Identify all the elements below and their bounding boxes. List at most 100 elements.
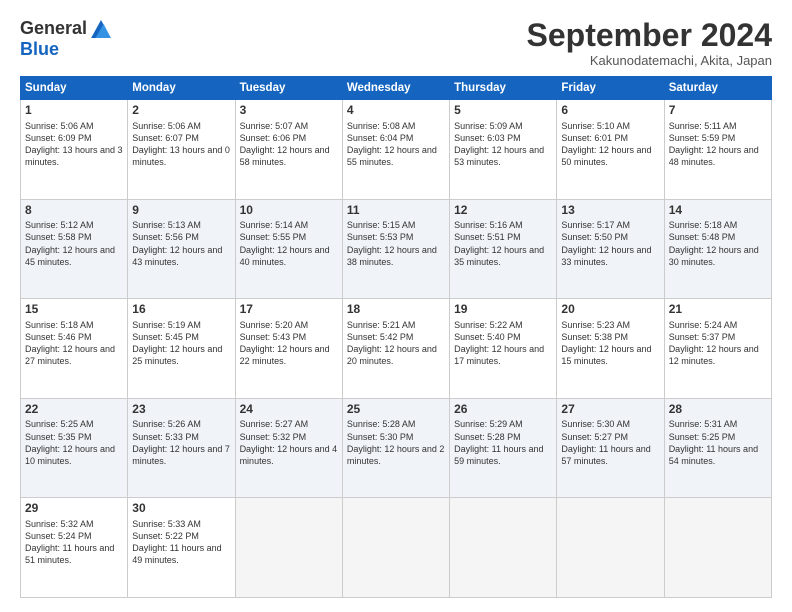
day-number: 24 <box>240 402 338 418</box>
day-info: Sunrise: 5:16 AMSunset: 5:51 PMDaylight:… <box>454 219 552 268</box>
day-number: 21 <box>669 302 767 318</box>
day-info: Sunrise: 5:27 AMSunset: 5:32 PMDaylight:… <box>240 418 338 467</box>
table-row: 23Sunrise: 5:26 AMSunset: 5:33 PMDayligh… <box>128 398 235 498</box>
day-info: Sunrise: 5:10 AMSunset: 6:01 PMDaylight:… <box>561 120 659 169</box>
table-row: 9Sunrise: 5:13 AMSunset: 5:56 PMDaylight… <box>128 199 235 299</box>
day-info: Sunrise: 5:22 AMSunset: 5:40 PMDaylight:… <box>454 319 552 368</box>
day-info: Sunrise: 5:31 AMSunset: 5:25 PMDaylight:… <box>669 418 767 467</box>
day-info: Sunrise: 5:32 AMSunset: 5:24 PMDaylight:… <box>25 518 123 567</box>
day-number: 2 <box>132 103 230 119</box>
day-number: 28 <box>669 402 767 418</box>
day-info: Sunrise: 5:07 AMSunset: 6:06 PMDaylight:… <box>240 120 338 169</box>
day-number: 8 <box>25 203 123 219</box>
location-subtitle: Kakunodatemachi, Akita, Japan <box>527 53 772 68</box>
calendar-week-row: 8Sunrise: 5:12 AMSunset: 5:58 PMDaylight… <box>21 199 772 299</box>
day-info: Sunrise: 5:06 AMSunset: 6:07 PMDaylight:… <box>132 120 230 169</box>
day-info: Sunrise: 5:09 AMSunset: 6:03 PMDaylight:… <box>454 120 552 169</box>
table-row: 28Sunrise: 5:31 AMSunset: 5:25 PMDayligh… <box>664 398 771 498</box>
table-row: 12Sunrise: 5:16 AMSunset: 5:51 PMDayligh… <box>450 199 557 299</box>
day-number: 10 <box>240 203 338 219</box>
table-row: 15Sunrise: 5:18 AMSunset: 5:46 PMDayligh… <box>21 299 128 399</box>
day-number: 25 <box>347 402 445 418</box>
table-row <box>664 498 771 598</box>
day-info: Sunrise: 5:15 AMSunset: 5:53 PMDaylight:… <box>347 219 445 268</box>
day-number: 16 <box>132 302 230 318</box>
table-row: 21Sunrise: 5:24 AMSunset: 5:37 PMDayligh… <box>664 299 771 399</box>
day-info: Sunrise: 5:19 AMSunset: 5:45 PMDaylight:… <box>132 319 230 368</box>
day-info: Sunrise: 5:33 AMSunset: 5:22 PMDaylight:… <box>132 518 230 567</box>
day-info: Sunrise: 5:26 AMSunset: 5:33 PMDaylight:… <box>132 418 230 467</box>
table-row: 29Sunrise: 5:32 AMSunset: 5:24 PMDayligh… <box>21 498 128 598</box>
day-info: Sunrise: 5:08 AMSunset: 6:04 PMDaylight:… <box>347 120 445 169</box>
title-block: September 2024 Kakunodatemachi, Akita, J… <box>527 18 772 68</box>
header: General Blue September 2024 Kakunodatema… <box>20 18 772 68</box>
calendar-header-row: Sunday Monday Tuesday Wednesday Thursday… <box>21 77 772 100</box>
day-number: 5 <box>454 103 552 119</box>
table-row: 4Sunrise: 5:08 AMSunset: 6:04 PMDaylight… <box>342 100 449 200</box>
header-friday: Friday <box>557 77 664 100</box>
table-row: 25Sunrise: 5:28 AMSunset: 5:30 PMDayligh… <box>342 398 449 498</box>
day-info: Sunrise: 5:18 AMSunset: 5:46 PMDaylight:… <box>25 319 123 368</box>
month-title: September 2024 <box>527 18 772 53</box>
logo-blue-text: Blue <box>20 39 59 60</box>
calendar-week-row: 22Sunrise: 5:25 AMSunset: 5:35 PMDayligh… <box>21 398 772 498</box>
day-number: 15 <box>25 302 123 318</box>
day-number: 17 <box>240 302 338 318</box>
day-info: Sunrise: 5:30 AMSunset: 5:27 PMDaylight:… <box>561 418 659 467</box>
calendar-table: Sunday Monday Tuesday Wednesday Thursday… <box>20 76 772 598</box>
calendar-week-row: 1Sunrise: 5:06 AMSunset: 6:09 PMDaylight… <box>21 100 772 200</box>
header-monday: Monday <box>128 77 235 100</box>
table-row: 13Sunrise: 5:17 AMSunset: 5:50 PMDayligh… <box>557 199 664 299</box>
day-info: Sunrise: 5:06 AMSunset: 6:09 PMDaylight:… <box>25 120 123 169</box>
day-number: 9 <box>132 203 230 219</box>
day-number: 29 <box>25 501 123 517</box>
table-row: 19Sunrise: 5:22 AMSunset: 5:40 PMDayligh… <box>450 299 557 399</box>
logo-icon <box>91 20 111 38</box>
day-info: Sunrise: 5:14 AMSunset: 5:55 PMDaylight:… <box>240 219 338 268</box>
day-info: Sunrise: 5:25 AMSunset: 5:35 PMDaylight:… <box>25 418 123 467</box>
table-row: 27Sunrise: 5:30 AMSunset: 5:27 PMDayligh… <box>557 398 664 498</box>
day-number: 26 <box>454 402 552 418</box>
day-number: 4 <box>347 103 445 119</box>
day-info: Sunrise: 5:13 AMSunset: 5:56 PMDaylight:… <box>132 219 230 268</box>
day-number: 7 <box>669 103 767 119</box>
day-number: 6 <box>561 103 659 119</box>
day-number: 20 <box>561 302 659 318</box>
day-number: 11 <box>347 203 445 219</box>
table-row: 7Sunrise: 5:11 AMSunset: 5:59 PMDaylight… <box>664 100 771 200</box>
logo-general-text: General <box>20 18 87 39</box>
day-number: 18 <box>347 302 445 318</box>
day-number: 19 <box>454 302 552 318</box>
table-row <box>557 498 664 598</box>
table-row <box>235 498 342 598</box>
table-row: 6Sunrise: 5:10 AMSunset: 6:01 PMDaylight… <box>557 100 664 200</box>
table-row: 3Sunrise: 5:07 AMSunset: 6:06 PMDaylight… <box>235 100 342 200</box>
header-tuesday: Tuesday <box>235 77 342 100</box>
day-info: Sunrise: 5:28 AMSunset: 5:30 PMDaylight:… <box>347 418 445 467</box>
day-number: 22 <box>25 402 123 418</box>
day-info: Sunrise: 5:11 AMSunset: 5:59 PMDaylight:… <box>669 120 767 169</box>
table-row: 11Sunrise: 5:15 AMSunset: 5:53 PMDayligh… <box>342 199 449 299</box>
day-info: Sunrise: 5:18 AMSunset: 5:48 PMDaylight:… <box>669 219 767 268</box>
day-info: Sunrise: 5:12 AMSunset: 5:58 PMDaylight:… <box>25 219 123 268</box>
table-row: 22Sunrise: 5:25 AMSunset: 5:35 PMDayligh… <box>21 398 128 498</box>
table-row <box>450 498 557 598</box>
table-row: 5Sunrise: 5:09 AMSunset: 6:03 PMDaylight… <box>450 100 557 200</box>
table-row <box>342 498 449 598</box>
day-info: Sunrise: 5:24 AMSunset: 5:37 PMDaylight:… <box>669 319 767 368</box>
table-row: 8Sunrise: 5:12 AMSunset: 5:58 PMDaylight… <box>21 199 128 299</box>
table-row: 30Sunrise: 5:33 AMSunset: 5:22 PMDayligh… <box>128 498 235 598</box>
page: General Blue September 2024 Kakunodatema… <box>0 0 792 612</box>
table-row: 26Sunrise: 5:29 AMSunset: 5:28 PMDayligh… <box>450 398 557 498</box>
day-info: Sunrise: 5:23 AMSunset: 5:38 PMDaylight:… <box>561 319 659 368</box>
table-row: 17Sunrise: 5:20 AMSunset: 5:43 PMDayligh… <box>235 299 342 399</box>
day-number: 1 <box>25 103 123 119</box>
table-row: 20Sunrise: 5:23 AMSunset: 5:38 PMDayligh… <box>557 299 664 399</box>
table-row: 18Sunrise: 5:21 AMSunset: 5:42 PMDayligh… <box>342 299 449 399</box>
day-number: 13 <box>561 203 659 219</box>
table-row: 16Sunrise: 5:19 AMSunset: 5:45 PMDayligh… <box>128 299 235 399</box>
table-row: 2Sunrise: 5:06 AMSunset: 6:07 PMDaylight… <box>128 100 235 200</box>
logo: General Blue <box>20 18 111 60</box>
table-row: 1Sunrise: 5:06 AMSunset: 6:09 PMDaylight… <box>21 100 128 200</box>
day-number: 14 <box>669 203 767 219</box>
